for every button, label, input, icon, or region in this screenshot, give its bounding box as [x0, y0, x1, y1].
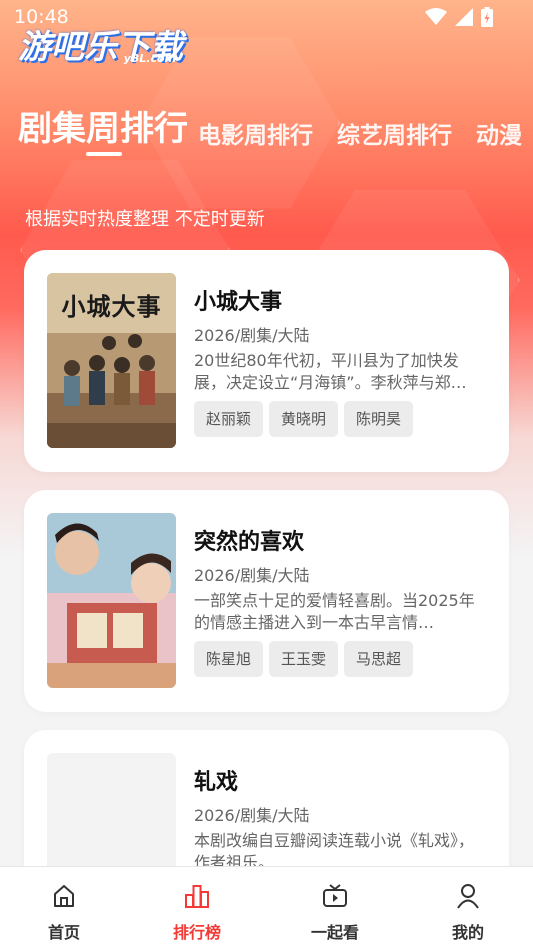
tv-icon [323, 884, 347, 907]
ranking-subtitle: 根据实时热度整理 不定时更新 [25, 209, 265, 230]
wifi-icon [425, 8, 447, 25]
nav-home[interactable]: 首页 [24, 867, 104, 948]
show-meta: 2026/剧集/大陆 [194, 326, 310, 345]
signal-icon [455, 8, 473, 26]
ranking-card[interactable]: 小城大事 小城大事 2026/剧集/大陆 20世纪80年代初，平川县为了加快发展… [24, 250, 509, 472]
cast-tag[interactable]: 陈明昊 [344, 401, 414, 437]
cast-tag[interactable]: 马思超 [344, 641, 414, 677]
nav-watch-together[interactable]: 一起看 [295, 867, 375, 948]
ranking-card[interactable]: 突然的喜欢 2026/剧集/大陆 一部笑点十足的爱情轻喜剧。当2025年的情感主… [24, 490, 509, 712]
tab-movie-weekly[interactable]: 电影周排行 [198, 116, 313, 160]
tab-variety-weekly[interactable]: 综艺周排行 [337, 116, 452, 160]
cast-tag[interactable]: 陈星旭 [194, 641, 264, 677]
nav-profile[interactable]: 我的 [428, 867, 508, 948]
show-description: 一部笑点十足的爱情轻喜剧。当2025年的情感主播进入到一本古早言情… [194, 591, 475, 632]
show-title[interactable]: 小城大事 [194, 284, 282, 316]
ranking-icon [185, 885, 209, 908]
tab-anime-weekly[interactable]: 动漫 [476, 116, 522, 160]
cast-tags: 赵丽颖 黄晓明 陈明昊 [194, 401, 414, 437]
home-icon [54, 885, 74, 907]
cast-tag[interactable]: 赵丽颖 [194, 401, 264, 437]
nav-ranking[interactable]: 排行榜 [157, 867, 237, 948]
nav-watch-together-label: 一起看 [310, 923, 359, 942]
active-tab-indicator [86, 152, 122, 156]
battery-icon [481, 7, 493, 27]
poster-image[interactable] [47, 513, 176, 688]
ranking-tabs: 剧集周排行 电影周排行 综艺周排行 动漫 [18, 100, 533, 160]
nav-home-label: 首页 [47, 923, 80, 942]
status-icons [425, 7, 493, 27]
bottom-navigation: 首页 排行榜 一起看 我的 [0, 866, 533, 948]
show-description: 20世纪80年代初，平川县为了加快发展，决定设立“月海镇”。李秋萍与郑… [194, 351, 467, 392]
cast-tag[interactable]: 王玉雯 [269, 641, 339, 677]
show-meta: 2026/剧集/大陆 [194, 566, 310, 585]
show-title[interactable]: 突然的喜欢 [194, 524, 304, 556]
nav-ranking-label: 排行榜 [172, 923, 221, 942]
show-title[interactable]: 轧戏 [194, 764, 238, 796]
cast-tag[interactable]: 黄晓明 [269, 401, 339, 437]
show-meta: 2026/剧集/大陆 [194, 806, 310, 825]
user-icon [457, 884, 479, 909]
app-logo: 游吧乐下载 yBL.com [18, 20, 188, 68]
nav-profile-label: 我的 [451, 923, 484, 942]
poster-art [47, 513, 176, 688]
logo-domain: yBL.com [123, 52, 176, 65]
poster-image[interactable]: 小城大事 [47, 273, 176, 448]
poster-title-text: 小城大事 [61, 293, 162, 321]
cast-tags: 陈星旭 王玉雯 马思超 [194, 641, 414, 677]
